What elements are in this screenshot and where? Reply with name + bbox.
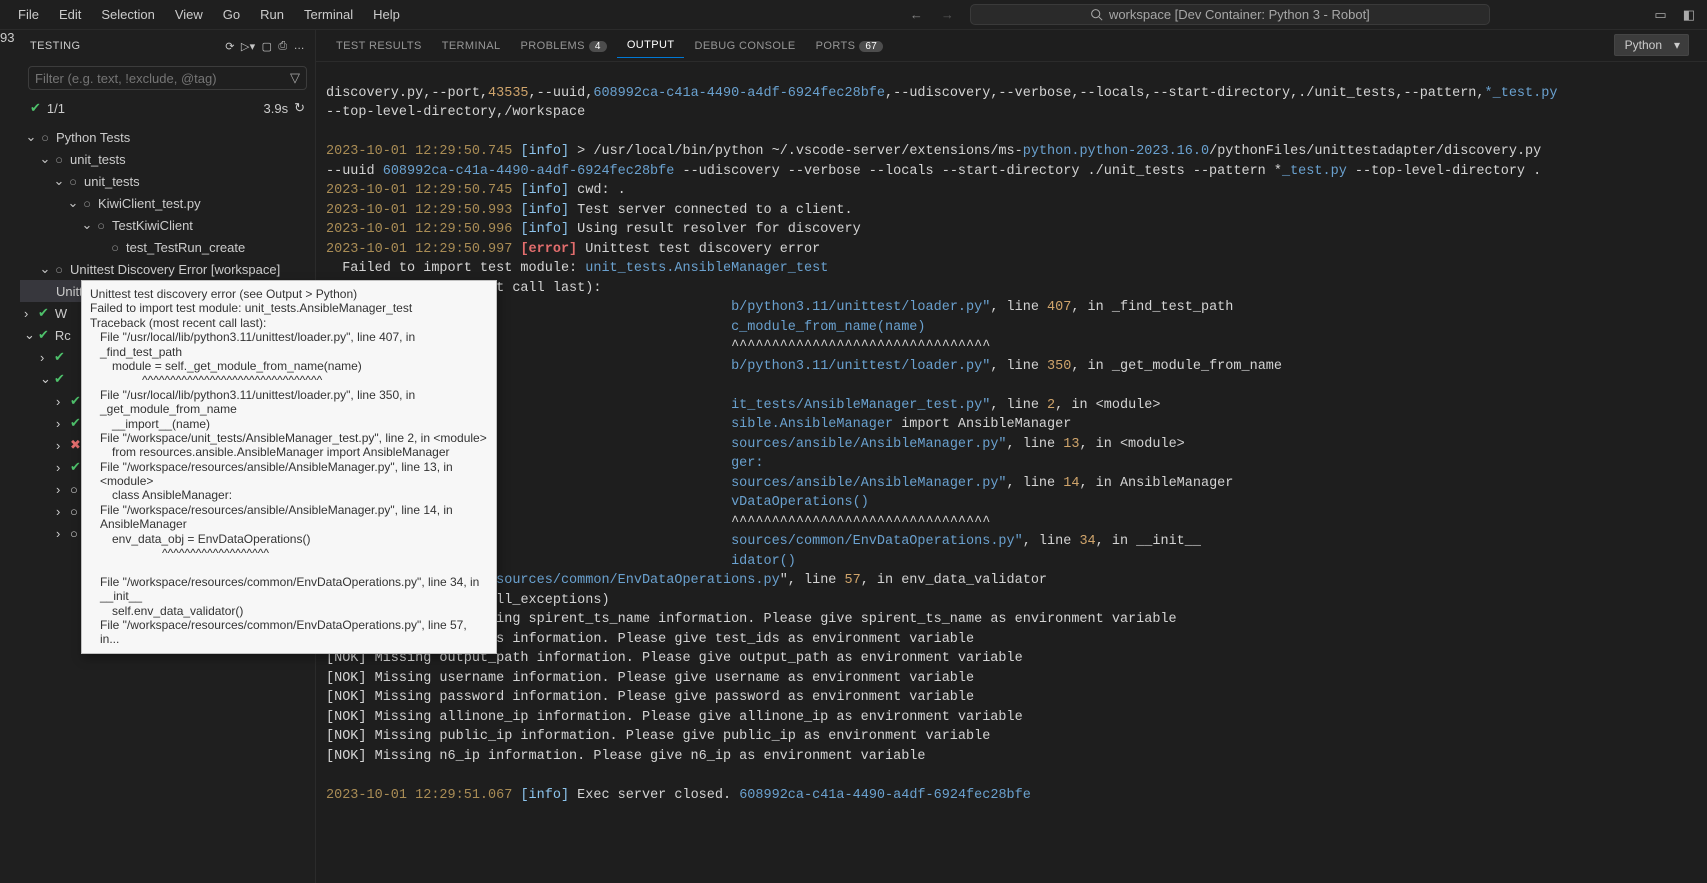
stop-icon[interactable]: ▢ (262, 40, 273, 53)
status-icon: ○ (80, 196, 94, 211)
tooltip-line: self.env_data_validator() (90, 604, 488, 618)
tree-folder[interactable]: ⌄ ○ unit_tests (20, 148, 315, 170)
run-all-icon[interactable]: ▷▾ (241, 40, 256, 53)
menu-file[interactable]: File (8, 3, 49, 26)
menu-go[interactable]: Go (213, 3, 250, 26)
pass-count: 1/1 (47, 101, 65, 116)
chevron-down-icon[interactable]: ⌄ (80, 217, 94, 233)
output-log[interactable]: discovery.py,--port,43535,--uuid,608992c… (316, 62, 1707, 883)
tooltip-line: __import__(name) (90, 417, 488, 431)
tab-debug-console[interactable]: DEBUG CONSOLE (684, 34, 805, 58)
rerun-icon[interactable]: ↻ (294, 100, 305, 116)
tooltip-line: File "/workspace/resources/common/EnvDat… (90, 575, 488, 604)
tree-folder[interactable]: ⌄ ○ unit_tests (20, 170, 315, 192)
tooltip-line: ^^^^^^^^^^^^^^^^^^^ (90, 546, 488, 560)
chevron-down-icon[interactable]: ⌄ (38, 261, 52, 277)
menu-run[interactable]: Run (250, 3, 294, 26)
title-bar: File Edit Selection View Go Run Terminal… (0, 0, 1707, 30)
layout-sidebar-icon[interactable]: ◧ (1683, 7, 1695, 23)
chevron-down-icon[interactable]: ⌄ (24, 129, 38, 145)
filter-icon[interactable]: ▽ (290, 70, 300, 86)
menu-edit[interactable]: Edit (49, 3, 91, 26)
show-output-icon[interactable]: ⎙ (278, 40, 287, 53)
activity-bar: 93 (0, 30, 20, 883)
tooltip-line: class AnsibleManager: (90, 488, 488, 502)
tree-root[interactable]: ⌄ ○ Python Tests (20, 126, 315, 148)
tooltip-line: File "/workspace/resources/common/EnvDat… (90, 618, 488, 647)
menu-help[interactable]: Help (363, 3, 410, 26)
tree-test[interactable]: ○ test_TestRun_create (20, 236, 315, 258)
activity-badge: 93 (0, 30, 20, 45)
chevron-down-icon[interactable]: ⌄ (66, 195, 80, 211)
run-time: 3.9s (264, 101, 289, 116)
tree-file[interactable]: ⌄ ○ KiwiClient_test.py (20, 192, 315, 214)
tree-class[interactable]: ⌄ ○ TestKiwiClient (20, 214, 315, 236)
nav-back-icon[interactable]: ← (910, 7, 923, 22)
menu-view[interactable]: View (165, 3, 213, 26)
pass-icon: ✔ (38, 327, 49, 343)
nav-arrows: ← → (910, 7, 954, 22)
tree-label: Rc (55, 328, 71, 343)
status-icon: ○ (66, 174, 80, 189)
tooltip-line: Failed to import test module: unit_tests… (90, 301, 488, 315)
status-icon: ○ (38, 130, 52, 145)
pass-icon: ✔ (30, 100, 41, 116)
tree-label: KiwiClient_test.py (98, 196, 201, 211)
tooltip-line: File "/usr/local/lib/python3.11/unittest… (90, 330, 488, 359)
menu-terminal[interactable]: Terminal (294, 3, 363, 26)
command-center[interactable]: workspace [Dev Container: Python 3 - Rob… (970, 4, 1490, 25)
chevron-right-icon[interactable]: › (24, 306, 38, 321)
tree-label: unit_tests (70, 152, 126, 167)
tree-label: test_TestRun_create (126, 240, 245, 255)
tab-ports[interactable]: PORTS67 (806, 34, 894, 58)
editor-area: TEST RESULTS TERMINAL PROBLEMS4 OUTPUT D… (316, 30, 1707, 883)
tooltip-line: module = self._get_module_from_name(name… (90, 359, 488, 373)
output-channel-select[interactable]: Python (1614, 34, 1689, 56)
status-icon: ○ (52, 152, 66, 167)
run-status: ✔ 1/1 3.9s ↻ (20, 94, 315, 122)
tooltip-line: from resources.ansible.AnsibleManager im… (90, 445, 488, 459)
layout-panel-icon[interactable]: ▭ (1654, 7, 1666, 23)
tooltip-line: File "/workspace/resources/ansible/Ansib… (90, 460, 488, 489)
status-icon: ○ (94, 218, 108, 233)
panel-title: TESTING (30, 40, 80, 52)
tree-label: Python Tests (56, 130, 130, 145)
tooltip-line: ^^^^^^^^^^^^^^^^^^^^^^^^^^^^^^^^ (90, 373, 488, 387)
chevron-down-icon[interactable]: ⌄ (52, 173, 66, 189)
filter-box[interactable]: ▽ (28, 66, 307, 90)
menu-selection[interactable]: Selection (91, 3, 164, 26)
hover-tooltip: Unittest test discovery error (see Outpu… (81, 280, 497, 654)
tooltip-line: File "/workspace/resources/ansible/Ansib… (90, 503, 488, 532)
tooltip-line: File "/usr/local/lib/python3.11/unittest… (90, 388, 488, 417)
tooltip-line: Unittest test discovery error (see Outpu… (90, 287, 488, 301)
pass-icon: ✔ (38, 305, 49, 321)
tab-test-results[interactable]: TEST RESULTS (326, 34, 432, 58)
tooltip-line: env_data_obj = EnvDataOperations() (90, 532, 488, 546)
status-icon: ○ (52, 262, 66, 277)
search-icon (1090, 8, 1103, 21)
tree-label: TestKiwiClient (112, 218, 193, 233)
chevron-down-icon[interactable]: ⌄ (24, 327, 38, 343)
tab-terminal[interactable]: TERMINAL (432, 34, 511, 58)
tooltip-line: File "/workspace/unit_tests/AnsibleManag… (90, 431, 488, 445)
refresh-icon[interactable]: ⟳ (225, 40, 235, 53)
nav-forward-icon[interactable]: → (941, 7, 954, 22)
menu-bar: File Edit Selection View Go Run Terminal… (0, 3, 410, 26)
ports-badge: 67 (859, 41, 883, 52)
tab-problems[interactable]: PROBLEMS4 (511, 34, 617, 58)
status-icon: ○ (108, 240, 122, 255)
panel-tabs: TEST RESULTS TERMINAL PROBLEMS4 OUTPUT D… (316, 30, 1707, 62)
tab-output[interactable]: OUTPUT (617, 33, 685, 58)
tree-label: Unittest Discovery Error [workspace] (70, 262, 280, 277)
window-title: workspace [Dev Container: Python 3 - Rob… (1109, 7, 1370, 22)
filter-input[interactable] (35, 71, 290, 86)
tree-label: unit_tests (84, 174, 140, 189)
chevron-down-icon[interactable]: ⌄ (38, 151, 52, 167)
more-icon[interactable]: … (294, 40, 305, 52)
problems-badge: 4 (589, 41, 607, 52)
tree-error-group[interactable]: ⌄ ○ Unittest Discovery Error [workspace] (20, 258, 315, 280)
tooltip-line: Traceback (most recent call last): (90, 316, 488, 330)
